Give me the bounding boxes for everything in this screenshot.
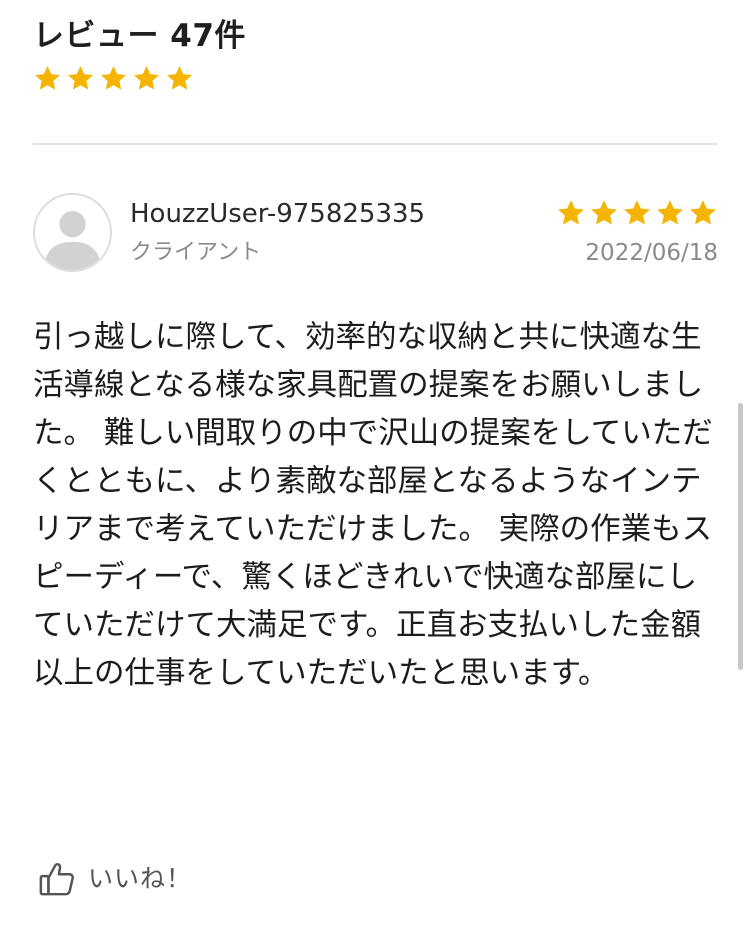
review-rating-stars (556, 198, 718, 228)
reviewer-name[interactable]: HouzzUser-975825335 (130, 196, 425, 232)
section-divider (33, 143, 718, 145)
star-icon (132, 64, 161, 93)
star-icon (33, 64, 62, 93)
star-icon (688, 198, 718, 228)
scrollbar[interactable] (738, 403, 743, 670)
review-count-title: レビュー 47件 (33, 18, 246, 54)
user-silhouette-icon (35, 195, 110, 270)
avatar[interactable] (33, 193, 112, 272)
star-icon (66, 64, 95, 93)
star-icon (165, 64, 194, 93)
thumbs-up-icon (38, 860, 76, 898)
review-text: 引っ越しに際して、効率的な収納と共に快適な生活導線となる様な家具配置の提案をお願… (33, 320, 713, 691)
star-icon (99, 64, 128, 93)
overall-rating-stars (33, 64, 246, 93)
star-icon (589, 198, 619, 228)
reviews-header: レビュー 47件 (33, 14, 246, 93)
review-date: 2022/06/18 (585, 240, 718, 266)
star-icon (556, 198, 586, 228)
star-icon (655, 198, 685, 228)
star-icon (622, 198, 652, 228)
reviewer-role: クライアント (130, 240, 262, 265)
like-label: いいね！ (88, 864, 193, 893)
review-page: レビュー 47件 HouzzUser-975825335 クライアント 2022… (0, 0, 750, 939)
like-button[interactable]: いいね！ (38, 860, 192, 898)
